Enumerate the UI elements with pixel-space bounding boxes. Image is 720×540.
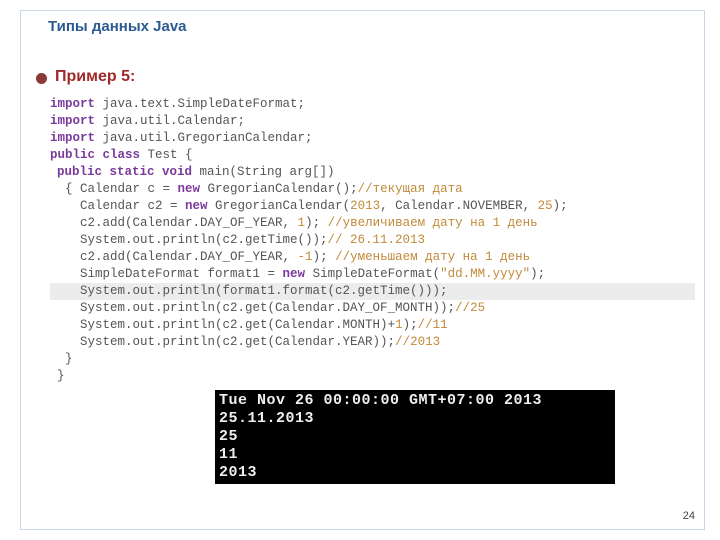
slide-title: Типы данных Java bbox=[48, 18, 187, 35]
code-line: System.out.println(c2.get(Calendar.MONTH… bbox=[50, 317, 695, 334]
code-line: } bbox=[50, 368, 695, 385]
code-line: public static void main(String arg[]) bbox=[50, 164, 695, 181]
code-line: { Calendar c = new GregorianCalendar();/… bbox=[50, 181, 695, 198]
page-number: 24 bbox=[683, 510, 695, 522]
code-line: c2.add(Calendar.DAY_OF_YEAR, 1); //увели… bbox=[50, 215, 695, 232]
code-block: import java.text.SimpleDateFormat; impor… bbox=[50, 96, 695, 385]
console-line: 2013 bbox=[219, 464, 611, 482]
code-line: SimpleDateFormat format1 = new SimpleDat… bbox=[50, 266, 695, 283]
code-line: import java.text.SimpleDateFormat; bbox=[50, 96, 695, 113]
console-line: 25 bbox=[219, 428, 611, 446]
code-line: import java.util.GregorianCalendar; bbox=[50, 130, 695, 147]
code-line: System.out.println(c2.get(Calendar.YEAR)… bbox=[50, 334, 695, 351]
bullet-icon bbox=[36, 73, 47, 84]
code-line: System.out.println(c2.get(Calendar.DAY_O… bbox=[50, 300, 695, 317]
code-line: import java.util.Calendar; bbox=[50, 113, 695, 130]
example-label: Пример 5: bbox=[55, 68, 135, 86]
console-output: Tue Nov 26 00:00:00 GMT+07:00 2013 25.11… bbox=[215, 390, 615, 484]
code-line: public class Test { bbox=[50, 147, 695, 164]
code-line-highlighted: System.out.println(format1.format(c2.get… bbox=[50, 283, 695, 300]
code-line: c2.add(Calendar.DAY_OF_YEAR, -1); //умен… bbox=[50, 249, 695, 266]
console-line: 11 bbox=[219, 446, 611, 464]
code-line: } bbox=[50, 351, 695, 368]
console-line: 25.11.2013 bbox=[219, 410, 611, 428]
code-line: System.out.println(c2.getTime());// 26.1… bbox=[50, 232, 695, 249]
console-line: Tue Nov 26 00:00:00 GMT+07:00 2013 bbox=[219, 392, 611, 410]
example-heading-row: Пример 5: bbox=[36, 68, 135, 86]
code-line: Calendar c2 = new GregorianCalendar(2013… bbox=[50, 198, 695, 215]
